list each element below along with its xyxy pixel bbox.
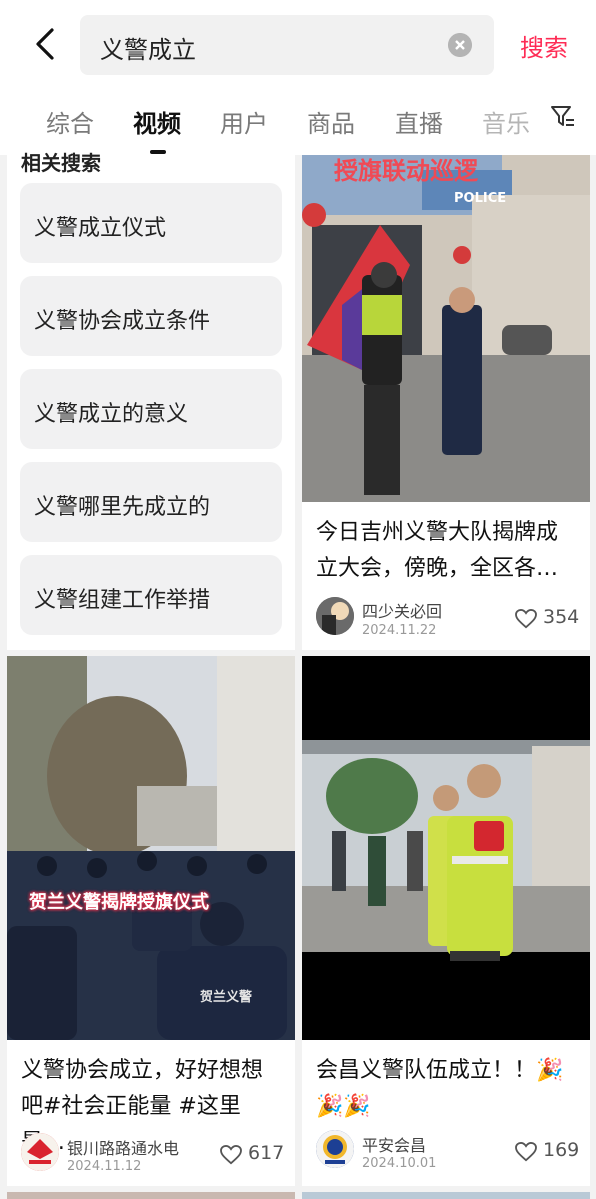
publish-date: 2024.11.12: [67, 1159, 142, 1174]
search-header: 义警成立 搜索 综合 视频 用户 商品 直播 音乐: [0, 0, 596, 155]
video-thumbnail: 贺兰义警揭牌授旗仪式 贺兰义警: [7, 656, 295, 1040]
search-input[interactable]: 义警成立: [80, 15, 494, 75]
avatar-image: [316, 1130, 354, 1168]
tab-video[interactable]: 视频: [133, 104, 181, 139]
publish-date: 2024.11.22: [362, 623, 437, 638]
video-title: 今日吉州义警大队揭牌成 立大会，傍晚，全区各…: [316, 520, 559, 581]
thumbnail-caption: 授旗联动巡逻: [334, 157, 478, 185]
tab-bar: 综合 视频 用户 商品 直播 音乐: [0, 98, 596, 154]
avatar-image: [316, 597, 354, 635]
related-searches-title: 相关搜索: [21, 151, 101, 175]
filter-icon[interactable]: [550, 104, 576, 130]
search-query: 义警成立: [100, 36, 196, 64]
video-card-partial[interactable]: [302, 1192, 590, 1199]
search-button[interactable]: 搜索: [520, 28, 568, 63]
tab-products[interactable]: 商品: [307, 104, 355, 139]
video-card[interactable]: 授旗联动巡逻 POLICE 今日吉州义警大队揭牌成 立大会，傍晚，全区各… 四少…: [302, 155, 590, 650]
related-search-item[interactable]: 义警哪里先成立的: [20, 462, 282, 542]
video-card-partial[interactable]: [7, 1192, 295, 1199]
avatar-image: [21, 1133, 59, 1171]
avatar[interactable]: [316, 1130, 354, 1168]
clear-icon[interactable]: [448, 33, 472, 57]
back-arrow-icon[interactable]: [24, 22, 68, 66]
police-sign: POLICE: [454, 191, 507, 206]
publish-date: 2024.10.01: [362, 1156, 437, 1171]
thumbnail-image: [7, 656, 295, 1040]
video-card[interactable]: 会昌义警队伍成立！！🎉 🎉🎉 平安会昌 2024.10.01 169: [302, 656, 590, 1186]
tab-users[interactable]: 用户: [220, 104, 268, 139]
video-title: 会昌义警队伍成立！！🎉 🎉🎉: [316, 1058, 564, 1119]
like-count: 169: [543, 1139, 580, 1161]
like-count: 617: [248, 1142, 285, 1164]
related-search-item[interactable]: 义警协会成立条件: [20, 276, 282, 356]
heart-icon[interactable]: [220, 1145, 242, 1165]
jacket-text: 贺兰义警: [200, 990, 253, 1005]
author-name[interactable]: 银川路路通水电: [67, 1135, 179, 1159]
tab-music[interactable]: 音乐: [482, 104, 530, 139]
heart-icon[interactable]: [515, 1142, 537, 1162]
active-tab-indicator: [150, 150, 166, 154]
video-thumbnail: [302, 656, 590, 1040]
tab-live[interactable]: 直播: [395, 104, 443, 139]
thumbnail-caption: 贺兰义警揭牌授旗仪式: [29, 892, 209, 913]
author-name[interactable]: 平安会昌: [362, 1132, 426, 1156]
author-name[interactable]: 四少关必回: [362, 598, 442, 622]
thumbnail-image: [302, 656, 590, 1040]
video-card[interactable]: 贺兰义警揭牌授旗仪式 贺兰义警 义警协会成立，好好想想 吧#社会正能量 #这里是…: [7, 656, 295, 1186]
related-search-item[interactable]: 义警成立的意义: [20, 369, 282, 449]
avatar[interactable]: [316, 597, 354, 635]
heart-icon[interactable]: [515, 609, 537, 629]
thumbnail-image: [302, 155, 590, 502]
video-thumbnail: 授旗联动巡逻 POLICE: [302, 155, 590, 502]
avatar[interactable]: [21, 1133, 59, 1171]
like-count: 354: [543, 606, 580, 628]
related-search-item[interactable]: 义警组建工作举措: [20, 555, 282, 635]
tab-general[interactable]: 综合: [46, 104, 94, 139]
related-search-item[interactable]: 义警成立仪式: [20, 183, 282, 263]
related-searches-panel: 相关搜索 义警成立仪式 义警协会成立条件 义警成立的意义 义警哪里先成立的 义警…: [7, 151, 295, 650]
